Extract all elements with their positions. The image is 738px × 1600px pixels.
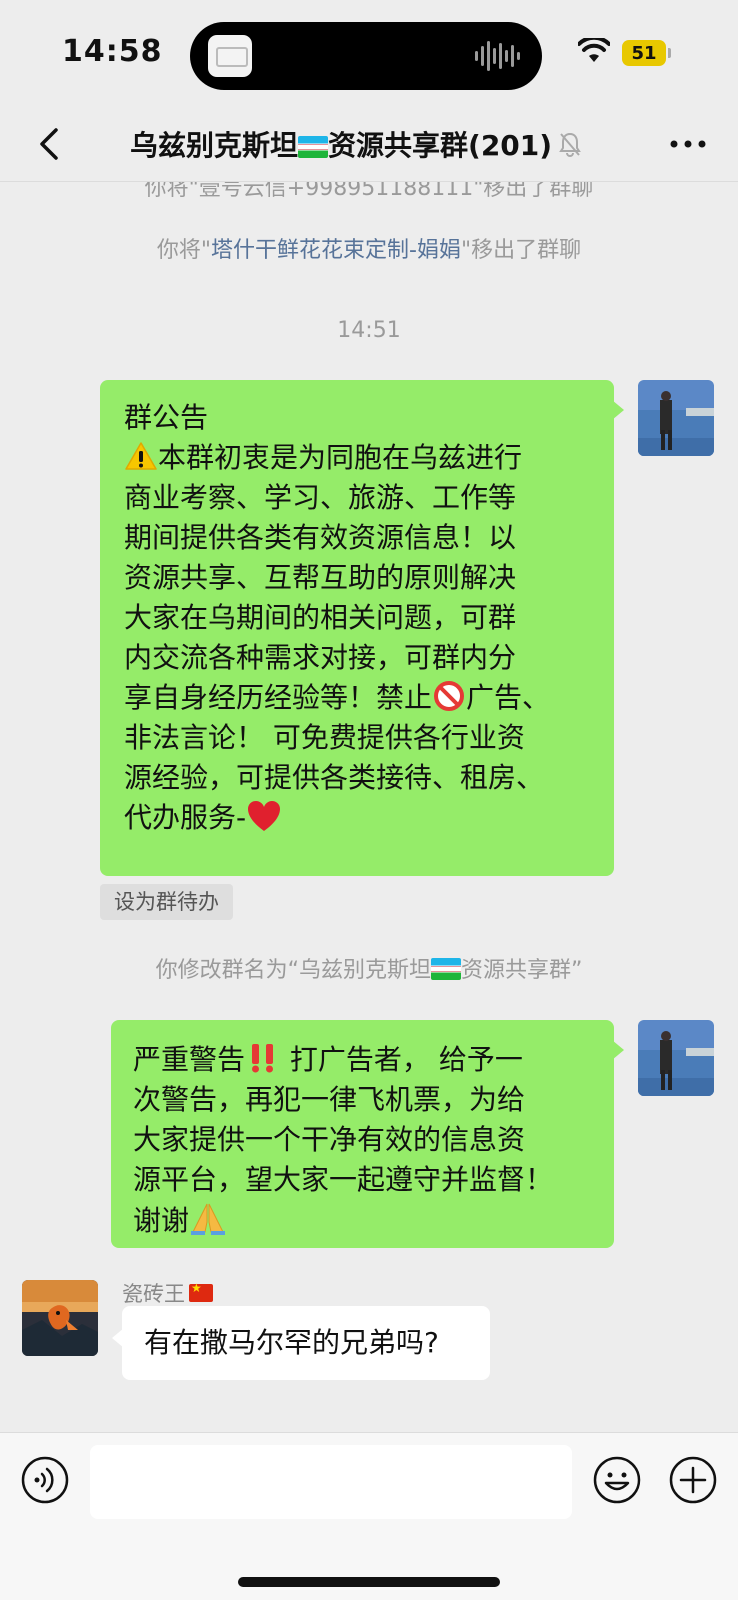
title-prefix: 乌兹别克斯坦 — [130, 129, 299, 162]
more-icon[interactable] — [668, 132, 708, 156]
warning-line-1: 严重警告 打广告者， 给予一 — [133, 1040, 592, 1080]
warning-line-5-text: 谢谢 — [133, 1204, 190, 1237]
announcement-line-10: 代办服务- — [124, 798, 590, 838]
chat-message-list[interactable]: 你将"壹号云信+998951188111"移出了群聊 你将"塔什干鲜花花束定制-… — [0, 182, 738, 1432]
announcement-line-10-text: 代办服务- — [124, 801, 247, 834]
live-activity-app-icon — [208, 35, 252, 77]
announcement-line-5: 大家在乌期间的相关问题，可群 — [124, 601, 517, 634]
avatar-photo — [638, 1020, 714, 1096]
announcement-line-3: 期间提供各类有效资源信息！以 — [124, 521, 517, 554]
incoming-message-text: 有在撒马尔罕的兄弟吗? — [144, 1326, 439, 1359]
announcement-line-6: 内交流各种需求对接，可群内分 — [124, 641, 517, 674]
announcement-line-7b: 广告、 — [466, 681, 551, 714]
chat-header: 乌兹别克斯坦 资源共享群(201) — [0, 110, 738, 182]
announcement-line: 本群初衷是为同胞在乌兹进行 — [124, 438, 590, 478]
warning-line-3: 大家提供一个干净有效的信息资 — [133, 1123, 526, 1156]
title-suffix: 资源共享群(201) — [328, 129, 553, 162]
back-icon[interactable] — [30, 124, 70, 164]
warning-message-bubble[interactable]: 严重警告 打广告者， 给予一 次警告，再犯一律飞机票，为给 大家提供一个干净有效… — [111, 1020, 624, 1248]
warning-line-4: 源平台，望大家一起遵守并监督！ — [133, 1163, 554, 1196]
dynamic-island[interactable] — [190, 22, 542, 90]
announcement-line-7a: 享自身经历经验等！禁止 — [124, 681, 433, 714]
uzbekistan-flag-icon — [431, 958, 461, 980]
sender-name-text: 瓷砖王 — [122, 1282, 185, 1306]
battery-icon: 51 — [622, 40, 671, 66]
announcement-line-7: 享自身经历经验等！禁止 广告、 — [124, 678, 590, 718]
praying-hands-emoji-icon — [191, 1203, 226, 1235]
chat-input-bar — [0, 1432, 738, 1600]
my-avatar[interactable] — [638, 1020, 714, 1096]
warning-line-1b: 打广告者， 给予一 — [281, 1043, 523, 1076]
emoji-icon[interactable] — [592, 1455, 642, 1505]
rename-prefix: 你修改群名为“乌兹别克斯坦 — [155, 958, 431, 983]
message-timestamp: 14:51 — [337, 318, 401, 343]
system-notice-rename: 你修改群名为“乌兹别克斯坦 资源共享群” — [0, 952, 738, 984]
warning-emoji-icon — [125, 442, 157, 470]
warning-line-2: 次警告，再犯一律飞机票，为给 — [133, 1083, 526, 1116]
wifi-icon — [578, 38, 610, 62]
warning-line-1a: 严重警告 — [133, 1043, 246, 1076]
notice-prefix: 你将" — [156, 238, 212, 263]
china-flag-icon — [189, 1281, 213, 1302]
announcement-bubble[interactable]: 群公告 本群初衷是为同胞在乌兹进行 商业考察、学习、旅游、工作等 期间提供各类有… — [100, 380, 624, 876]
announcement-title: 群公告 — [124, 401, 209, 434]
system-notice-partial-text: 你将"壹号云信+998951188111"移出了群聊 — [144, 182, 594, 201]
heart-emoji-icon — [248, 801, 281, 831]
notice-suffix: "移出了群聊 — [460, 238, 582, 263]
voice-icon[interactable] — [20, 1455, 70, 1505]
home-indicator — [238, 1577, 500, 1587]
page-title: 乌兹别克斯坦 资源共享群(201) — [130, 124, 552, 164]
avatar-photo — [22, 1280, 98, 1356]
announcement-line-4: 资源共享、互帮互助的原则解决 — [124, 561, 517, 594]
sender-name: 瓷砖王 — [122, 1278, 213, 1308]
prohibited-emoji-icon — [434, 681, 465, 711]
title-wrap: 乌兹别克斯坦 资源共享群(201) — [130, 124, 640, 164]
audio-wave-icon — [475, 40, 520, 72]
uzbekistan-flag-icon — [298, 136, 329, 158]
system-notice-remove: 你将"塔什干鲜花花束定制-娟娟"移出了群聊 — [0, 232, 738, 264]
announcement-line-9: 源经验，可提供各类接待、租房、 — [124, 761, 545, 794]
incoming-message-bubble[interactable]: 有在撒马尔罕的兄弟吗? — [112, 1306, 490, 1380]
status-bar: 14:58 51 — [0, 0, 738, 110]
announcement-line-1: 本群初衷是为同胞在乌兹进行 — [158, 441, 523, 474]
removed-member-name[interactable]: 塔什干鲜花花束定制-娟娟 — [211, 238, 461, 263]
message-input[interactable] — [90, 1445, 572, 1519]
system-notice-partial: 你将"壹号云信+998951188111"移出了群聊 — [0, 182, 738, 202]
status-time: 14:58 — [62, 34, 163, 69]
avatar-photo — [638, 380, 714, 456]
double-exclamation-icon — [252, 1044, 274, 1073]
set-group-todo-button[interactable]: 设为群待办 — [100, 884, 233, 920]
announcement-line-8: 非法言论！ 可免费提供各行业资 — [124, 721, 525, 754]
mute-icon — [559, 132, 581, 157]
sender-avatar[interactable] — [22, 1280, 98, 1356]
rename-suffix: 资源共享群” — [461, 958, 583, 983]
my-avatar[interactable] — [638, 380, 714, 456]
plus-icon[interactable] — [668, 1455, 718, 1505]
warning-line-5: 谢谢 — [133, 1200, 592, 1241]
announcement-line-2: 商业考察、学习、旅游、工作等 — [124, 481, 517, 514]
